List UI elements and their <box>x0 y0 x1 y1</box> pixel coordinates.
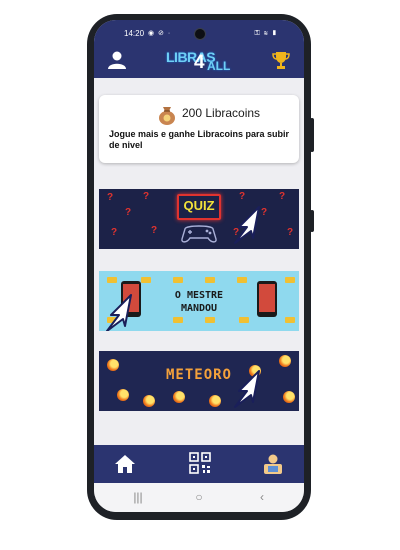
megaphone-decoration <box>107 277 117 283</box>
phone-illustration <box>257 281 277 317</box>
app-header: 14:20 ◉ ⊘ · ⚿ ≋ ▮ LIBRAS 4 ALL <box>94 20 304 78</box>
trophy-icon[interactable] <box>272 50 290 70</box>
back-button[interactable]: ‹ <box>252 489 272 505</box>
question-mark-decoration: ? <box>287 227 294 238</box>
mestre-title: O MESTRE MANDOU <box>145 289 253 315</box>
o-mestre-mandou-game-banner[interactable]: O MESTRE MANDOU <box>99 271 299 331</box>
megaphone-decoration <box>237 277 247 283</box>
meteor-decoration <box>117 389 129 401</box>
megaphone-decoration <box>239 317 249 323</box>
profile-icon[interactable] <box>262 453 284 475</box>
libracoins-card: 200 Libracoins Jogue mais e ganhe Librac… <box>99 95 299 163</box>
meteor-decoration <box>279 355 291 367</box>
hand-cursor-icon <box>234 370 260 408</box>
app-logo: LIBRAS 4 ALL <box>156 46 242 74</box>
question-mark-decoration: ? <box>279 191 286 202</box>
power-button <box>310 210 314 232</box>
megaphone-decoration <box>173 277 183 283</box>
bottom-navigation <box>94 445 304 483</box>
coin-bag-icon <box>156 104 178 126</box>
meteoro-game-banner[interactable]: METEORO <box>99 351 299 411</box>
question-mark-decoration: ? <box>143 191 150 202</box>
quiz-neon-sign: QUIZ <box>177 194 221 220</box>
megaphone-decoration <box>141 277 151 283</box>
meteoro-title: METEORO <box>165 367 232 383</box>
system-navigation-bar: ||| ○ ‹ <box>94 483 304 512</box>
gamepad-icon <box>181 225 217 243</box>
quiz-game-banner[interactable]: ? ? ? ? ? ? ? ? ? ? QUIZ <box>99 189 299 249</box>
front-camera <box>194 28 206 40</box>
megaphone-decoration <box>173 317 183 323</box>
meteor-decoration <box>143 395 155 407</box>
libracoins-balance: 200 Libracoins <box>182 106 261 120</box>
meteor-decoration <box>173 391 185 403</box>
system-home-button[interactable]: ○ <box>189 489 209 505</box>
phone-screen: 14:20 ◉ ⊘ · ⚿ ≋ ▮ LIBRAS 4 ALL 200 Libra… <box>94 20 304 512</box>
megaphone-decoration <box>205 317 215 323</box>
notification-icons: ◉ ⊘ · <box>148 30 172 37</box>
home-icon[interactable] <box>114 453 136 475</box>
question-mark-decoration: ? <box>111 227 118 238</box>
status-time: 14:20 <box>124 29 145 38</box>
megaphone-decoration <box>205 277 215 283</box>
user-icon[interactable] <box>107 50 127 70</box>
question-mark-decoration: ? <box>107 192 114 203</box>
mestre-title-line-1: O MESTRE <box>174 290 224 301</box>
volume-button <box>310 118 314 152</box>
meteor-decoration <box>283 391 295 403</box>
question-mark-decoration: ? <box>151 225 158 236</box>
hand-cursor-icon <box>234 206 260 244</box>
system-status-icons: ⚿ ≋ ▮ <box>254 30 278 37</box>
megaphone-decoration <box>285 277 295 283</box>
meteor-decoration <box>209 395 221 407</box>
question-mark-decoration: ? <box>239 191 246 202</box>
libracoins-description: Jogue mais e ganhe Libracoins para subir… <box>109 129 290 150</box>
qr-code-icon[interactable] <box>189 452 211 474</box>
mestre-title-line-2: MANDOU <box>180 303 218 314</box>
recents-button[interactable]: ||| <box>128 489 148 505</box>
logo-suffix: ALL <box>207 59 231 73</box>
megaphone-decoration <box>285 317 295 323</box>
question-mark-decoration: ? <box>125 207 132 218</box>
logo-number: 4 <box>194 52 205 73</box>
quiz-title: QUIZ <box>183 198 215 213</box>
hand-cursor-icon <box>106 294 132 331</box>
